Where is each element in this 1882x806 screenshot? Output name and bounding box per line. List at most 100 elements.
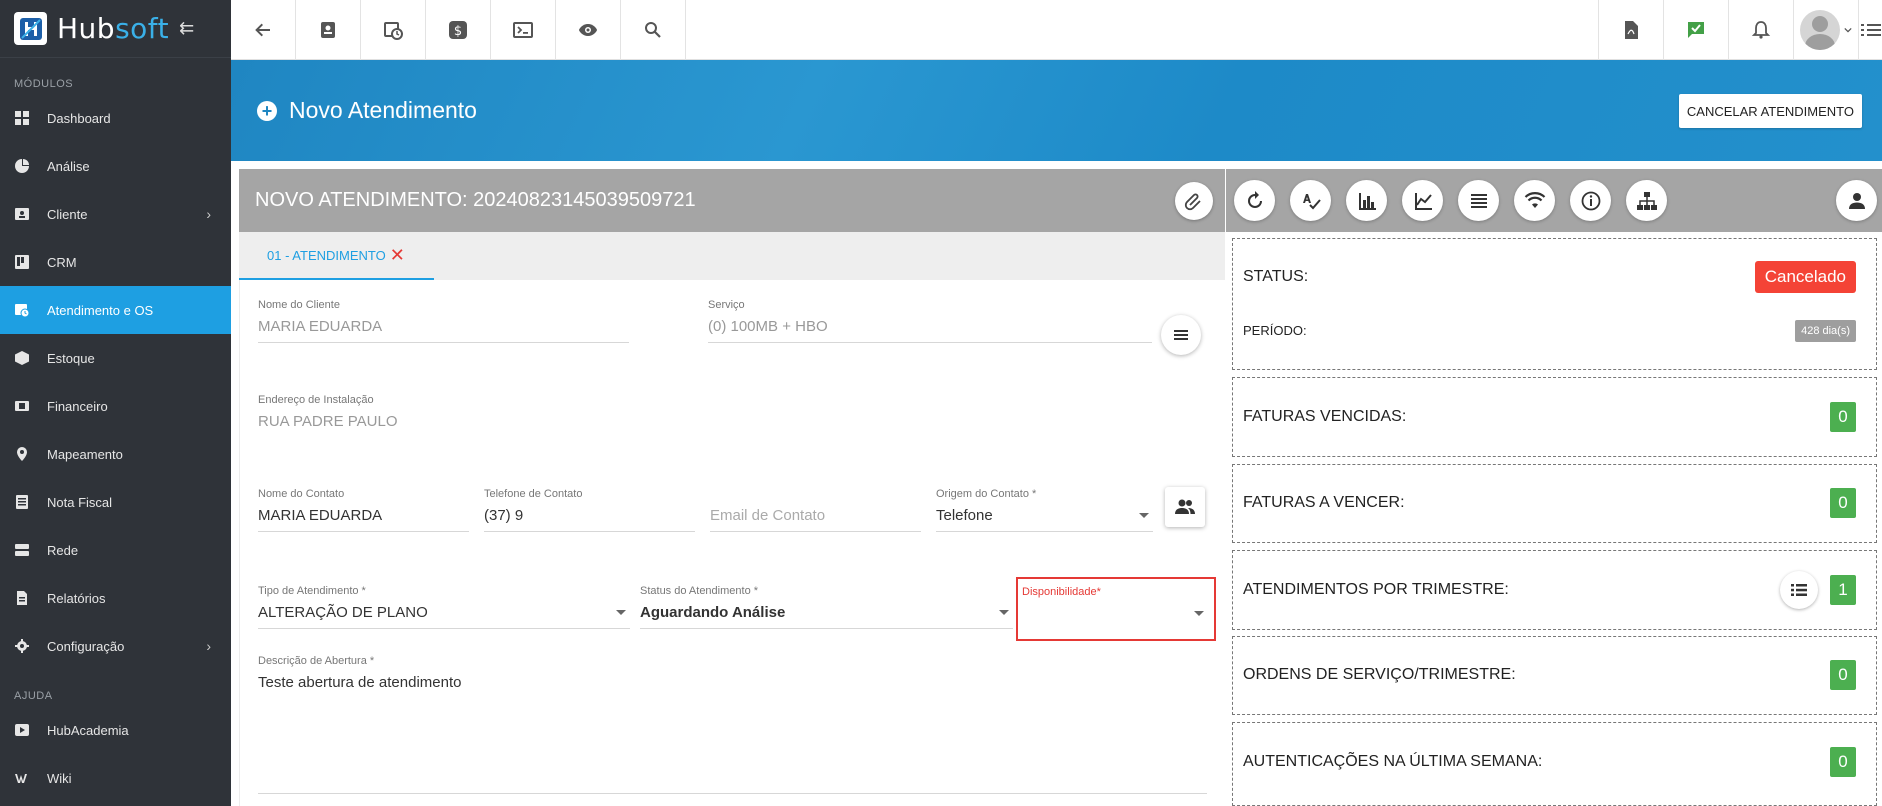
tipo-value: ALTERAÇÃO DE PLANO [258, 604, 428, 621]
page-title-text: Novo Atendimento [289, 97, 477, 123]
info-button[interactable] [1570, 180, 1611, 221]
sidebar-item-mapeamento[interactable]: Mapeamento [0, 430, 231, 478]
sidebar-item-cliente[interactable]: Cliente › [0, 190, 231, 238]
status-label: STATUS: [1243, 268, 1309, 285]
status-value: Aguardando Análise [640, 604, 786, 621]
arrow-collapse-icon[interactable]: ⇇ [179, 18, 194, 39]
paperclip-icon [1184, 193, 1201, 211]
descricao-textarea[interactable]: Teste abertura de atendimento [258, 674, 1207, 794]
caret-down-icon [1194, 611, 1204, 616]
disponibilidade-select[interactable] [1022, 605, 1208, 630]
servico-label: Serviço [708, 299, 745, 311]
sidebar-item-label: CRM [47, 254, 77, 270]
lines-icon [1470, 193, 1487, 208]
chevron-right-icon: › [206, 638, 211, 654]
view-button[interactable] [556, 0, 621, 60]
schedule-button[interactable] [361, 0, 426, 60]
cliente-input[interactable]: MARIA EDUARDA [258, 318, 629, 343]
cancel-atendimento-button[interactable]: CANCELAR ATENDIMENTO [1678, 94, 1862, 128]
sidebar-item-hubacademia[interactable]: HubAcademia [0, 706, 231, 754]
faturas-vencidas-label: FATURAS VENCIDAS: [1243, 408, 1407, 425]
bar-chart-button[interactable] [1346, 180, 1387, 221]
faturas-vencidas-card[interactable]: FATURAS VENCIDAS: 0 [1232, 377, 1877, 457]
disponibilidade-field: Disponibilidade* [1022, 586, 1208, 630]
autenticacoes-label: AUTENTICAÇÕES NA ÚLTIMA SEMANA: [1243, 753, 1543, 770]
servico-input[interactable]: (0) 100MB + HBO [708, 318, 1152, 343]
hubsoft-logo-icon[interactable] [14, 12, 47, 45]
wifi-button[interactable] [1514, 180, 1555, 221]
arrow-left-icon [255, 23, 270, 37]
search-button[interactable] [621, 0, 686, 60]
status-select[interactable]: Aguardando Análise [640, 604, 1013, 629]
status-label: Status do Atendimento * [640, 585, 759, 597]
pdf-button[interactable] [1598, 0, 1663, 60]
sidebar-item-crm[interactable]: CRM [0, 238, 231, 286]
atendimentos-card[interactable]: ATENDIMENTOS POR TRIMESTRE: 1 [1232, 550, 1877, 630]
sidebar-item-configuracao[interactable]: Configuração › [0, 622, 231, 670]
tipo-select[interactable]: ALTERAÇÃO DE PLANO [258, 604, 630, 629]
faturas-vencer-card[interactable]: FATURAS A VENCER: 0 [1232, 464, 1877, 543]
line-chart-button[interactable] [1402, 180, 1443, 221]
sidebar-item-wiki[interactable]: Wiki [0, 754, 231, 802]
sidebar-item-label: Configuração [47, 638, 125, 654]
sidebar-item-relatorios[interactable]: Relatórios [0, 574, 231, 622]
sidebar-item-label: Dashboard [47, 110, 111, 126]
contato-input[interactable]: MARIA EDUARDA [258, 507, 469, 532]
sidebar: Hubsoft ⇇ MÓDULOS Dashboard Análise Clie… [0, 0, 231, 806]
user-menu-button[interactable] [1793, 0, 1858, 60]
sidebar-item-label: HubAcademia [47, 722, 129, 738]
network-button[interactable] [1626, 180, 1667, 221]
sidebar-item-analise[interactable]: Análise [0, 142, 231, 190]
tasks-button[interactable] [1663, 0, 1728, 60]
attach-button[interactable] [1175, 182, 1213, 220]
terminal-button[interactable] [491, 0, 556, 60]
endereco-field: Endereço de Instalação RUA PADRE PAULO [258, 394, 1207, 438]
spellcheck-button[interactable] [1290, 180, 1331, 221]
wifi-icon [1524, 191, 1545, 208]
more-menu-button[interactable] [1858, 0, 1882, 60]
sidebar-item-nota-fiscal[interactable]: Nota Fiscal [0, 478, 231, 526]
customer-profile-button[interactable] [1836, 180, 1877, 221]
sidebar-item-label: Financeiro [47, 398, 108, 414]
sidebar-section-modules: MÓDULOS [14, 78, 74, 90]
map-pin-icon [15, 447, 29, 461]
atendimentos-list-button[interactable] [1780, 571, 1818, 609]
list-view-button[interactable] [1458, 180, 1499, 221]
origem-select[interactable]: Telefone [936, 507, 1153, 532]
tab-atendimento[interactable]: 01 - ATENDIMENTO ✕ [239, 232, 434, 280]
contact-card-icon [15, 207, 29, 221]
contact-card-icon [321, 22, 335, 38]
sidebar-item-financeiro[interactable]: Financeiro [0, 382, 231, 430]
back-button[interactable] [231, 0, 296, 60]
email-input[interactable]: Email de Contato [710, 507, 921, 532]
contact-card-button[interactable] [296, 0, 361, 60]
close-icon[interactable]: ✕ [390, 245, 405, 266]
sidebar-item-atendimento[interactable]: Atendimento e OS [0, 286, 231, 334]
network-tree-icon [1636, 191, 1657, 210]
info-icon [1581, 191, 1600, 210]
origem-field: Origem do Contato * Telefone [936, 488, 1153, 532]
ordens-servico-card[interactable]: ORDENS DE SERVIÇO/TRIMESTRE: 0 [1232, 636, 1877, 715]
contacts-button[interactable] [1165, 487, 1205, 527]
sidebar-item-rede[interactable]: Rede [0, 526, 231, 574]
endereco-input[interactable]: RUA PADRE PAULO [258, 413, 1207, 438]
notifications-button[interactable] [1728, 0, 1793, 60]
atendimentos-badge: 1 [1830, 575, 1856, 605]
ordens-servico-badge: 0 [1830, 660, 1856, 690]
service-menu-button[interactable] [1161, 315, 1201, 355]
caret-down-icon [999, 610, 1009, 615]
sidebar-item-dashboard[interactable]: Dashboard [0, 94, 231, 142]
refresh-button[interactable] [1234, 180, 1275, 221]
financial-button[interactable]: $ [426, 0, 491, 60]
periodo-label: PERÍODO: [1243, 323, 1307, 338]
telefone-input[interactable]: (37) 9 [484, 507, 695, 532]
gear-icon [15, 639, 29, 653]
wiki-icon [15, 771, 29, 785]
hamburger-icon [1174, 330, 1188, 340]
disponibilidade-label: Disponibilidade* [1022, 586, 1101, 598]
autenticacoes-badge: 0 [1830, 747, 1856, 777]
sidebar-item-label: Wiki [47, 770, 72, 786]
sidebar-item-estoque[interactable]: Estoque [0, 334, 231, 382]
eye-icon [579, 24, 597, 36]
autenticacoes-card[interactable]: AUTENTICAÇÕES NA ÚLTIMA SEMANA: 0 [1232, 722, 1877, 806]
